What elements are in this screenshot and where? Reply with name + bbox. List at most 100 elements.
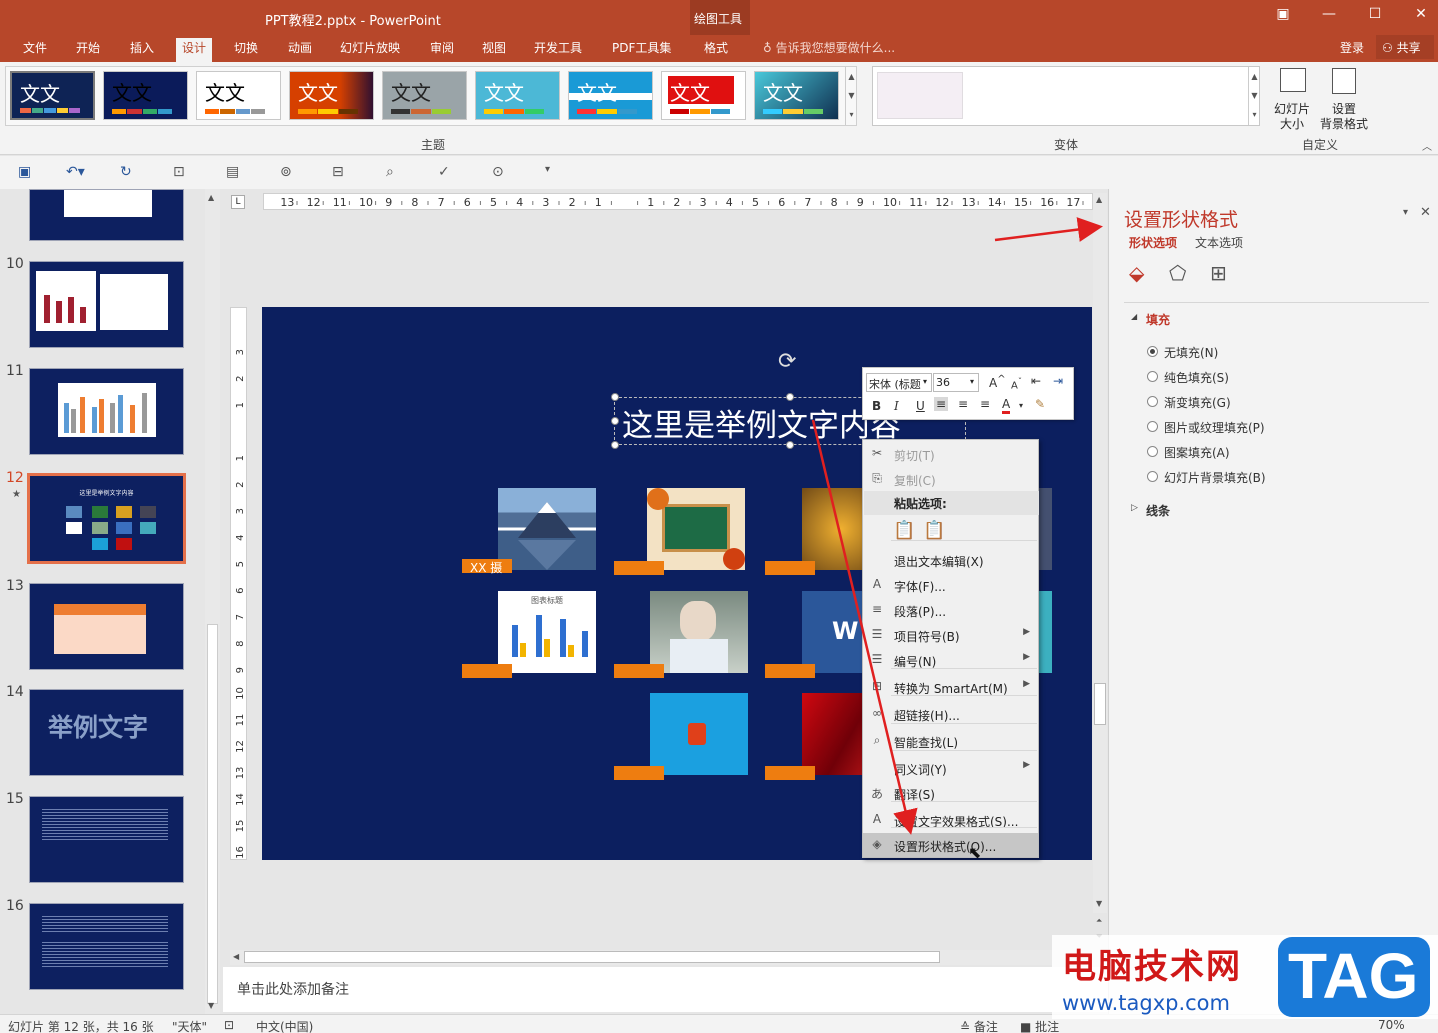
- slide-thumb-15[interactable]: [29, 796, 184, 883]
- tab-0[interactable]: 文件: [17, 38, 53, 62]
- fill-radio[interactable]: [1147, 421, 1158, 432]
- resize-handle[interactable]: [611, 441, 619, 449]
- align-right-icon[interactable]: ≡: [980, 397, 990, 411]
- context-menu-item[interactable]: ☰ 项目符号(B) ▶: [863, 623, 1038, 647]
- tab-1[interactable]: 开始: [70, 38, 106, 62]
- increase-indent-icon[interactable]: ⇥: [1053, 374, 1063, 388]
- context-menu-item[interactable]: ◈ 设置形状格式(O)...: [863, 833, 1038, 857]
- context-menu-item[interactable]: ≡ 段落(P)...: [863, 598, 1038, 622]
- slide-horizontal-scrollbar[interactable]: ◀: [230, 950, 1092, 965]
- tab-shape-options[interactable]: 形状选项: [1129, 234, 1177, 251]
- rotate-handle-icon[interactable]: ⟳: [778, 349, 796, 374]
- theme-6[interactable]: 文文: [475, 71, 560, 120]
- resize-handle[interactable]: [786, 393, 794, 401]
- font-dropdown-icon[interactable]: ▾: [923, 377, 927, 386]
- slide-title[interactable]: 这里是举例文字内容: [622, 400, 901, 445]
- maximize-icon[interactable]: ☐: [1360, 6, 1390, 22]
- paste-keep-source-icon[interactable]: 📋: [893, 520, 915, 541]
- close-icon[interactable]: ✕: [1406, 6, 1436, 22]
- context-menu-item[interactable]: 同义词(Y) ▶: [863, 756, 1038, 780]
- fill-radio[interactable]: [1147, 446, 1158, 457]
- horizontal-scroll-thumb[interactable]: [244, 951, 940, 963]
- context-menu-item[interactable]: A 设置文字效果格式(S)...: [863, 808, 1038, 832]
- line-section-header[interactable]: 线条: [1146, 502, 1170, 519]
- fill-radio[interactable]: [1147, 396, 1158, 407]
- undo-icon[interactable]: ↶▾: [66, 164, 85, 180]
- resize-handle[interactable]: [611, 393, 619, 401]
- spellcheck-icon[interactable]: ✓: [438, 164, 450, 180]
- theme-3[interactable]: 文文: [196, 71, 281, 120]
- language[interactable]: 中文(中国): [256, 1018, 313, 1033]
- theme-7[interactable]: 文文: [568, 71, 653, 120]
- tell-me-box[interactable]: ♁ 告诉我您想要做什么...: [763, 39, 895, 56]
- tab-selector[interactable]: L: [231, 195, 245, 209]
- context-menu-item[interactable]: A 字体(F)...: [863, 573, 1038, 597]
- tab-3[interactable]: 设计: [176, 38, 213, 62]
- photo-doctor[interactable]: [650, 591, 748, 673]
- grow-font-icon[interactable]: A^: [989, 374, 1006, 390]
- minimize-icon[interactable]: —: [1314, 6, 1344, 22]
- theme-2[interactable]: 文文: [103, 71, 188, 120]
- effects-icon[interactable]: ⬠: [1169, 261, 1186, 285]
- format-background-button[interactable]: 设置 背景格式: [1318, 66, 1370, 132]
- theme-gallery-scroll[interactable]: ▲ ▼ ▾: [845, 67, 857, 125]
- thumbnails-scrollbar[interactable]: ▲ ▼: [205, 189, 220, 1014]
- fill-radio[interactable]: [1147, 371, 1158, 382]
- tab-5[interactable]: 动画: [282, 38, 318, 62]
- resize-handle[interactable]: [611, 417, 619, 425]
- notes-toggle[interactable]: ≙ 备注: [960, 1018, 998, 1033]
- redo-icon[interactable]: ↻: [120, 164, 132, 180]
- photo-blackboard[interactable]: [647, 488, 745, 570]
- underline-button[interactable]: U: [916, 399, 925, 413]
- line-expand-icon[interactable]: ▷: [1131, 503, 1138, 513]
- decrease-indent-icon[interactable]: ⇤: [1031, 374, 1041, 388]
- photo-mountain[interactable]: [498, 488, 596, 570]
- theme-4[interactable]: 文文: [289, 71, 374, 120]
- zoom-level[interactable]: 70%: [1378, 1018, 1405, 1032]
- tab-2[interactable]: 插入: [124, 38, 160, 62]
- previous-slide-icon[interactable]: ⏶: [1096, 916, 1102, 926]
- share-button[interactable]: ⚇ 共享: [1376, 35, 1434, 59]
- context-menu-item[interactable]: ⎘ 复制(C): [863, 467, 1038, 491]
- slide-thumb-13[interactable]: [29, 583, 184, 670]
- theme-1[interactable]: 文文: [10, 71, 95, 120]
- format-painter-icon[interactable]: ✎: [1035, 397, 1045, 411]
- shrink-font-icon[interactable]: Aˇ: [1011, 376, 1022, 391]
- notes-placeholder[interactable]: 单击此处添加备注: [237, 979, 349, 999]
- fill-collapse-icon[interactable]: ◢: [1131, 312, 1137, 321]
- fill-option-label[interactable]: 幻灯片背景填充(B): [1164, 469, 1266, 486]
- collapse-ribbon-icon[interactable]: ︿: [1422, 138, 1432, 153]
- pane-options-icon[interactable]: ▾: [1403, 207, 1408, 218]
- present-icon[interactable]: ⊚: [280, 164, 292, 180]
- variant-1[interactable]: [877, 72, 963, 119]
- tab-text-options[interactable]: 文本选项: [1195, 234, 1243, 251]
- save-icon[interactable]: ▣: [18, 164, 31, 180]
- thumbnails-scroll-thumb[interactable]: [207, 624, 218, 1004]
- context-menu-item[interactable]: 退出文本编辑(X): [863, 548, 1038, 572]
- theme-8[interactable]: 文文: [661, 71, 746, 120]
- fill-line-icon[interactable]: ⬙: [1129, 261, 1144, 285]
- tab-4[interactable]: 切换: [228, 38, 264, 62]
- fill-radio[interactable]: [1147, 471, 1158, 482]
- fill-option-label[interactable]: 图案填充(A): [1164, 444, 1230, 461]
- size-dropdown-icon[interactable]: ▾: [970, 377, 974, 386]
- fill-option-label[interactable]: 渐变填充(G): [1164, 394, 1231, 411]
- tab-6[interactable]: 幻灯片放映: [334, 38, 406, 62]
- fill-option-label[interactable]: 纯色填充(S): [1164, 369, 1229, 386]
- present-current-icon[interactable]: ⊟: [332, 164, 344, 180]
- spellcheck-status-icon[interactable]: ⊡: [224, 1018, 234, 1032]
- photo-chart[interactable]: 图表标题: [498, 591, 596, 673]
- font-color-dropdown-icon[interactable]: ▾: [1019, 401, 1023, 410]
- fill-option-label[interactable]: 无填充(N): [1164, 344, 1218, 361]
- tab-10[interactable]: PDF工具集: [606, 38, 677, 62]
- login-button[interactable]: 登录: [1340, 39, 1364, 56]
- tab-7[interactable]: 审阅: [424, 38, 460, 62]
- theme-9[interactable]: 文文: [754, 71, 839, 120]
- slide-thumb-10[interactable]: [29, 261, 184, 348]
- qat-dropdown-icon[interactable]: ▾: [545, 164, 550, 175]
- vertical-ruler[interactable]: 3211234567891011121314151617: [230, 307, 247, 860]
- slide-vertical-scrollbar[interactable]: ▲ ▼: [1093, 193, 1107, 913]
- slide-size-button[interactable]: 幻灯片 大小: [1268, 66, 1316, 132]
- customize-icon[interactable]: ⊙: [492, 164, 504, 180]
- slide-thumb-11[interactable]: [29, 368, 184, 455]
